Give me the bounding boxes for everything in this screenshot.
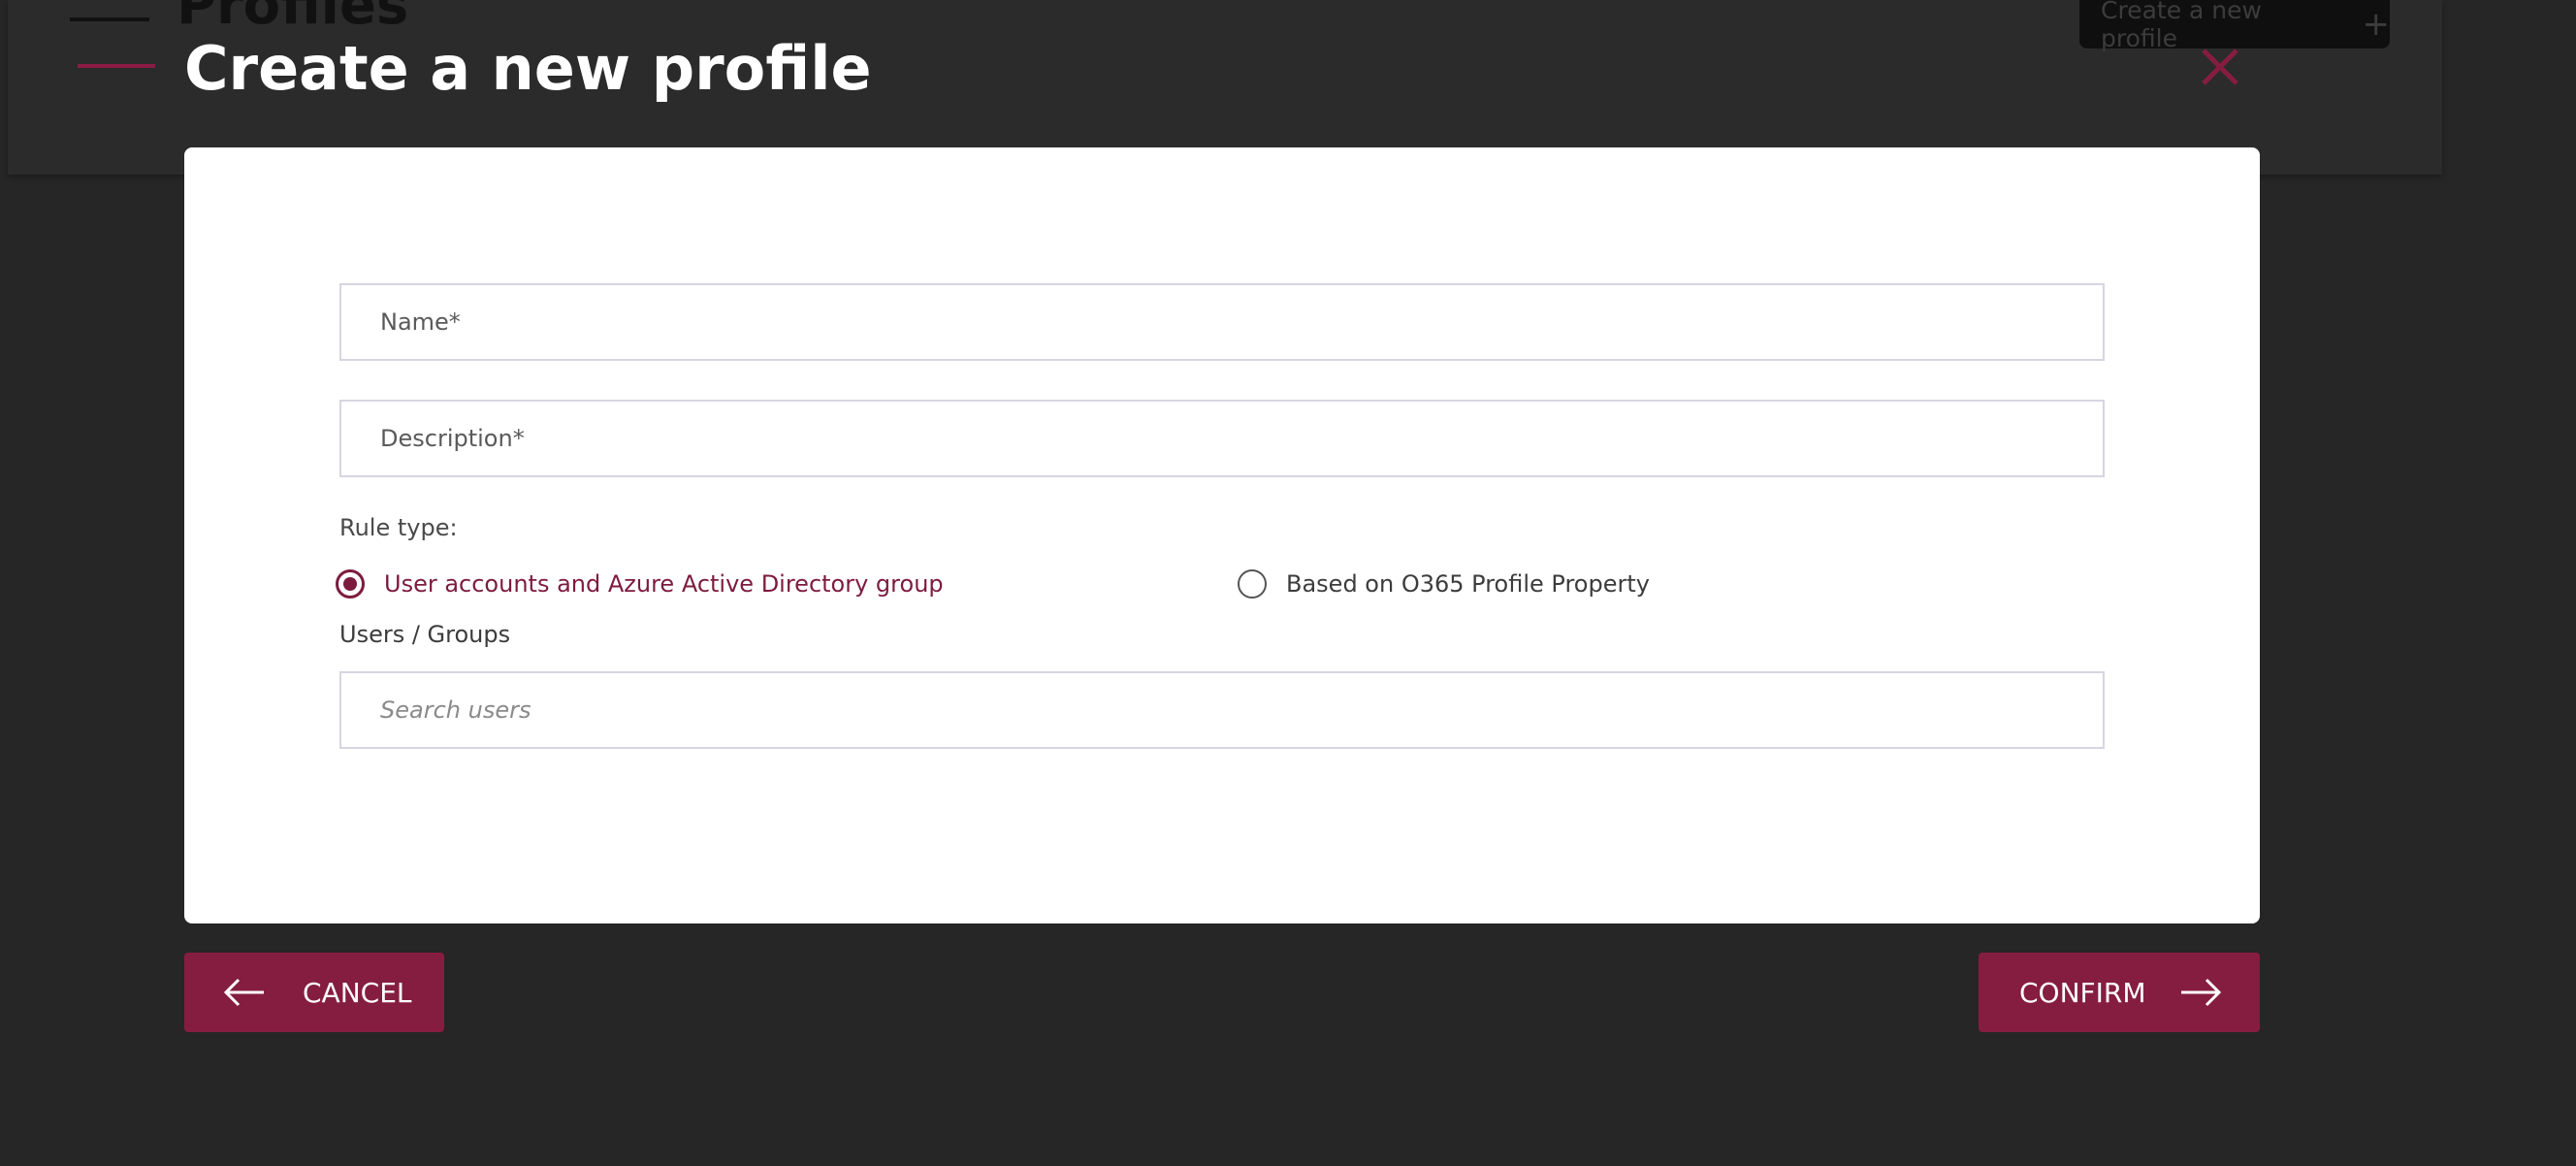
background-create-profile-button: Create a new profile +: [2079, 0, 2391, 52]
cancel-button-label: CANCEL: [303, 976, 412, 1009]
background-title-accent: [70, 17, 149, 21]
close-icon: [2202, 49, 2238, 85]
rule-type-option-user-accounts[interactable]: User accounts and Azure Active Directory…: [336, 563, 944, 605]
close-button[interactable]: [2198, 45, 2242, 89]
rule-type-option-o365-property[interactable]: Based on O365 Profile Property: [1238, 563, 1650, 605]
search-users-input[interactable]: [339, 671, 2105, 749]
plus-icon: +: [2362, 5, 2391, 44]
confirm-button[interactable]: CONFIRM: [1979, 953, 2260, 1032]
create-profile-form: Rule type: User accounts and Azure Activ…: [184, 147, 2260, 923]
description-field[interactable]: [339, 400, 2105, 477]
rule-type-option-label: Based on O365 Profile Property: [1286, 570, 1650, 598]
arrow-left-icon: [223, 978, 264, 1007]
modal-title: Create a new profile: [184, 33, 872, 104]
radio-button-checked[interactable]: [336, 569, 365, 599]
background-page-title: Profiles: [177, 0, 409, 37]
users-groups-label: Users / Groups: [339, 621, 511, 648]
confirm-button-label: CONFIRM: [2019, 976, 2146, 1009]
cancel-button[interactable]: CANCEL: [184, 953, 444, 1032]
rule-type-label: Rule type:: [339, 514, 458, 541]
rule-type-option-label: User accounts and Azure Active Directory…: [384, 570, 944, 598]
modal-title-accent: [78, 64, 155, 68]
name-field[interactable]: [339, 283, 2105, 361]
radio-button-unchecked[interactable]: [1238, 569, 1267, 599]
arrow-right-icon: [2180, 978, 2221, 1007]
